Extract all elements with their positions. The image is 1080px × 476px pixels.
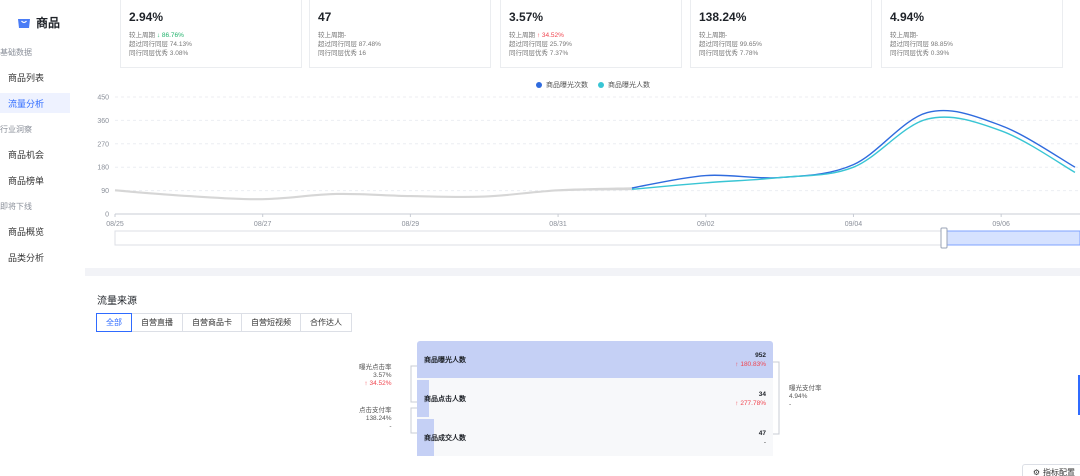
kpi-value: 138.24% [699, 10, 747, 24]
source-tabs: 全部 自营直播 自营商品卡 自营短视频 合作达人 [96, 313, 352, 332]
y-tick-label: 270 [97, 141, 109, 148]
funnel-value: 952 ↑ 180.83% [735, 351, 766, 368]
sidebar-header[interactable]: 商品 [17, 14, 60, 31]
kpi-peer-exceed: 超过同行同层 74.13% [129, 41, 192, 48]
range-slider-selection [944, 230, 1080, 246]
kpi-peer-exceed: 超过同行同层 25.79% [509, 41, 572, 48]
kpi-peer-exceed: 超过同行同层 99.65% [699, 41, 762, 48]
series-line [631, 109, 1076, 189]
funnel-label: 商品点击人数 [424, 395, 466, 403]
kpi-compare: 较上周期- [890, 32, 919, 39]
x-tick-label: 08/29 [402, 221, 420, 228]
ctr-note: 曝光点击率 3.57% ↑ 34.52% [359, 364, 392, 387]
range-slider-track [114, 230, 1080, 246]
kpi-value: 4.94% [890, 10, 925, 24]
kpi-peer-excellent: 同行同层优秀 3.08% [129, 50, 189, 57]
tab-own-live[interactable]: 自营直播 [131, 313, 183, 332]
sidebar-item-product-opportunity[interactable]: 商品机会 [0, 144, 70, 164]
up-arrow-icon: ↑ [735, 360, 739, 368]
sidebar-item-category-analysis[interactable]: 品类分析 [0, 247, 70, 267]
y-tick-label: 90 [101, 188, 109, 195]
funnel-row[interactable]: 商品成交人数 47- [417, 419, 773, 456]
kpi-value: 3.57% [509, 10, 544, 24]
kpi-card[interactable]: 47 较上周期- 超过同行同层 87.48% 同行同层优秀 16 [309, 0, 491, 68]
funnel-label: 商品曝光人数 [424, 356, 466, 364]
kpi-compare: 较上周期 ↓ 86.76% [129, 32, 184, 39]
kpi-peer-excellent: 同行同层优秀 16 [318, 50, 367, 57]
shopping-bag-icon [18, 18, 30, 28]
tab-all[interactable]: 全部 [96, 313, 132, 332]
kpi-peer-excellent: 同行同层优秀 7.37% [509, 50, 569, 57]
tab-own-product-card[interactable]: 自营商品卡 [182, 313, 242, 332]
up-arrow-icon: ↑ [364, 380, 368, 387]
kpi-card[interactable]: 3.57% 较上周期 ↑ 34.52% 超过同行同层 25.79% 同行同层优秀… [500, 0, 682, 68]
down-arrow-icon: ↓ [156, 32, 161, 39]
y-tick-label: 450 [97, 95, 109, 102]
tab-own-short-video[interactable]: 自营短视频 [241, 313, 301, 332]
sidebar-group-basic: 基础数据 [0, 48, 32, 57]
kpi-compare: 较上周期- [318, 32, 347, 39]
x-tick-label: 09/04 [845, 221, 863, 228]
sidebar-item-product-ranking[interactable]: 商品榜单 [0, 170, 70, 190]
click-pay-note: 点击支付率 138.24% - [359, 407, 392, 430]
funnel-value: 47- [758, 429, 766, 446]
kpi-value: 47 [318, 10, 332, 24]
y-tick-label: 0 [105, 212, 109, 219]
sidebar-item-product-list[interactable]: 商品列表 [0, 67, 70, 87]
x-tick-label: 08/25 [106, 221, 124, 228]
x-tick-label: 09/02 [697, 221, 715, 228]
conversion-funnel: 商品曝光人数 952 ↑ 180.83% 商品点击人数 34 ↑ 277.78% 商… [417, 341, 773, 456]
x-tick-label: 09/06 [992, 221, 1010, 228]
kpi-card[interactable]: 138.24% 较上周期- 超过同行同层 99.65% 同行同层优秀 7.78% [690, 0, 872, 68]
kpi-peer-exceed: 超过同行同层 87.48% [318, 41, 381, 48]
section-title: 流量来源 [97, 296, 137, 307]
range-slider-handle [940, 227, 948, 249]
funnel-row[interactable]: 商品曝光人数 952 ↑ 180.83% [417, 341, 773, 378]
trend-chart: 0 90 180 270 360 450 08/25 08/27 08/29 08/31 09/02… [97, 95, 1080, 249]
traffic-source-panel: 流量来源 全部 自营直播 自营商品卡 自营短视频 合作达人 商品曝光人数 952… [85, 276, 1080, 476]
y-tick-label: 360 [97, 118, 109, 125]
x-tick-label: 08/31 [549, 221, 567, 228]
funnel-label: 商品成交人数 [424, 434, 466, 442]
kpi-card[interactable]: 4.94% 较上周期- 超过同行同层 98.85% 同行同层优秀 0.39% [881, 0, 1063, 68]
kpi-value: 2.94% [129, 10, 164, 24]
tab-partner-influencer[interactable]: 合作达人 [300, 313, 352, 332]
funnel-row[interactable]: 商品点击人数 34 ↑ 277.78% [417, 380, 773, 417]
kpi-peer-excellent: 同行同层优秀 0.39% [890, 50, 950, 57]
sidebar-group-deprecated: 即将下线 [0, 202, 32, 211]
kpi-card[interactable]: 2.94% 较上周期 ↓ 86.76% 超过同行同层 74.13% 同行同层优秀… [120, 0, 302, 68]
kpi-compare: 较上周期- [699, 32, 728, 39]
up-arrow-icon: ↑ [735, 399, 739, 407]
x-tick-label: 08/27 [254, 221, 272, 228]
sidebar: 商品 基础数据 商品列表 流量分析 行业洞察 商品机会 商品榜单 即将下线 商品… [0, 0, 85, 476]
y-tick-label: 180 [97, 165, 109, 172]
up-arrow-icon: ↑ [536, 32, 541, 39]
sidebar-item-product-overview[interactable]: 商品概览 [0, 221, 70, 241]
metric-config-button[interactable]: ⚙ 指标配置 [1021, 464, 1080, 476]
funnel-value: 34 ↑ 277.78% [735, 390, 766, 407]
sidebar-group-industry: 行业洞察 [0, 125, 32, 134]
sidebar-title: 商品 [36, 16, 61, 30]
kpi-compare: 较上周期 ↑ 34.52% [509, 32, 564, 39]
settings-icon: ⚙ [1032, 467, 1040, 476]
sidebar-item-traffic-analysis[interactable]: 流量分析 [0, 93, 70, 113]
kpi-peer-excellent: 同行同层优秀 7.78% [699, 50, 759, 57]
exposure-pay-note: 曝光支付率 4.94% - [789, 385, 822, 408]
kpi-peer-exceed: 超过同行同层 98.85% [890, 41, 953, 48]
